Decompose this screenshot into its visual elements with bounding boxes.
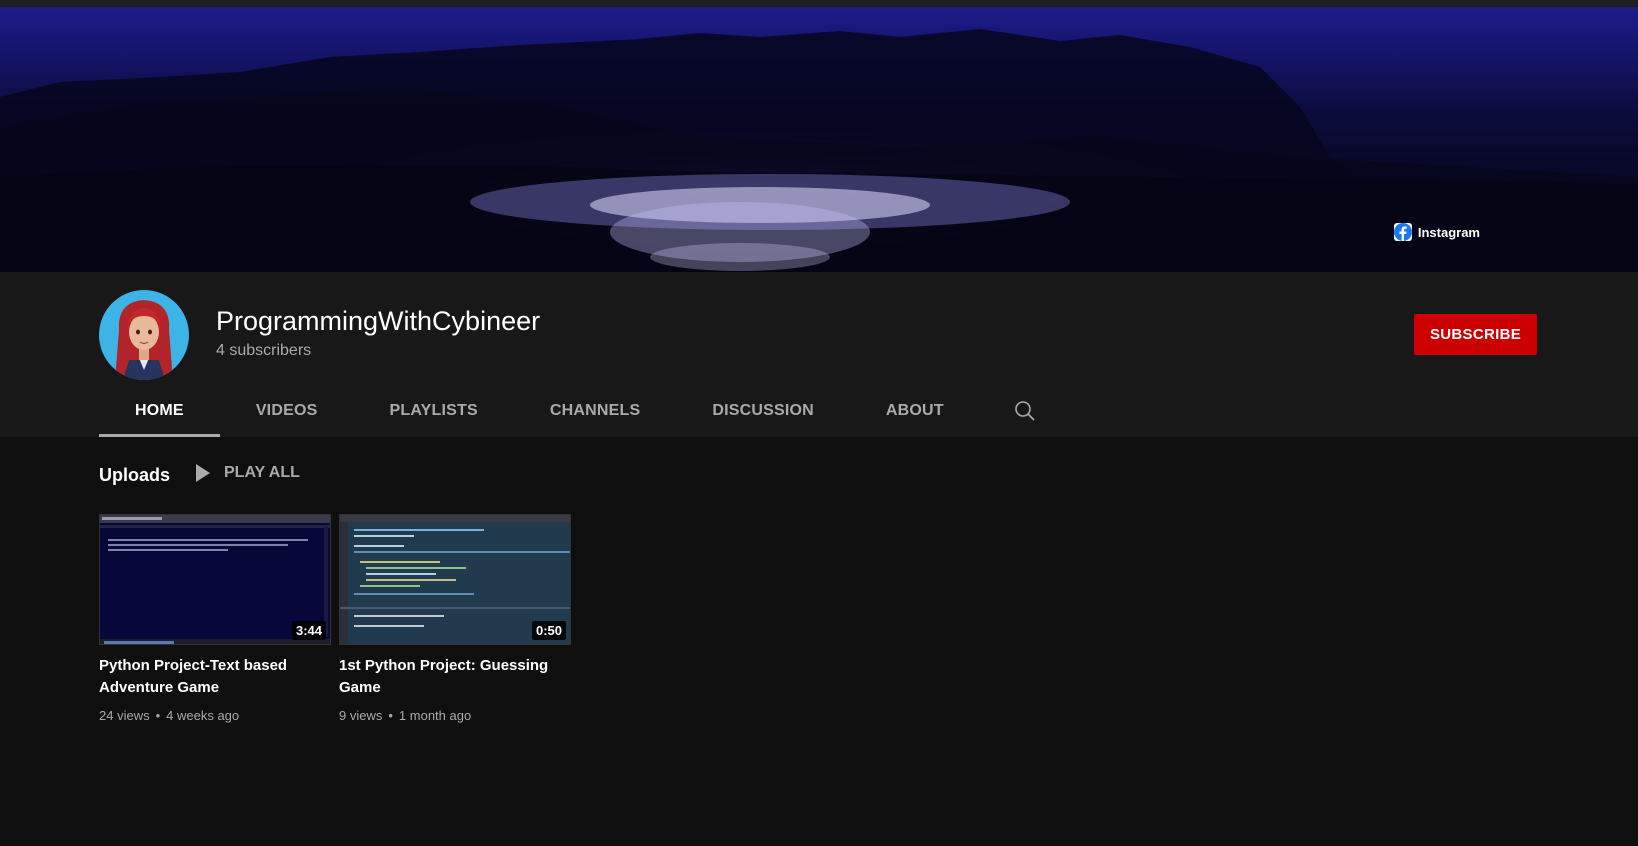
video-card[interactable]: 0:50 1st Python Project: Guessing Game 9…	[339, 514, 571, 723]
tab-about[interactable]: ABOUT	[850, 384, 980, 437]
channel-tabs: HOME VIDEOS PLAYLISTS CHANNELS DISCUSSIO…	[99, 384, 1070, 437]
tab-playlists[interactable]: PLAYLISTS	[353, 384, 513, 437]
banner-landscape	[0, 29, 1638, 272]
channel-header: ProgrammingWithCybineer 4 subscribers SU…	[0, 272, 1638, 437]
video-thumbnail[interactable]: 3:44	[99, 514, 331, 645]
instagram-link-label: Instagram	[1417, 224, 1480, 240]
channel-search-button[interactable]	[980, 384, 1070, 437]
tab-videos[interactable]: VIDEOS	[220, 384, 354, 437]
uploads-heading[interactable]: Uploads	[99, 465, 170, 486]
video-title[interactable]: 1st Python Project: Guessing Game	[339, 655, 559, 699]
channel-links: Instagram	[1393, 223, 1610, 241]
search-icon	[1014, 400, 1035, 421]
play-icon	[196, 464, 210, 482]
avatar-illustration	[115, 300, 173, 380]
video-thumbnail[interactable]: 0:50	[339, 514, 571, 645]
channel-name: ProgrammingWithCybineer	[216, 306, 541, 336]
top-strip	[0, 0, 1638, 7]
video-views: 24 views	[99, 708, 150, 723]
subscriber-count: 4 subscribers	[216, 342, 312, 359]
tab-discussion[interactable]: DISCUSSION	[676, 384, 850, 437]
channel-banner: Instagram	[0, 7, 1638, 272]
website-icon[interactable]	[1394, 223, 1582, 241]
video-title[interactable]: Python Project-Text based Adventure Game	[99, 655, 319, 699]
video-meta: 24 views • 4 weeks ago	[99, 708, 331, 723]
meta-separator: •	[155, 708, 161, 723]
twitter-icon[interactable]	[1393, 223, 1526, 241]
video-age: 4 weeks ago	[166, 708, 240, 723]
github-icon[interactable]	[1393, 223, 1554, 241]
meta-separator: •	[388, 708, 393, 723]
play-all-label: PLAY ALL	[224, 464, 300, 481]
video-duration: 3:44	[291, 621, 326, 640]
tab-home[interactable]: HOME	[99, 384, 220, 437]
video-age: 1 month ago	[398, 708, 472, 723]
subscribe-button[interactable]: SUBSCRIBE	[1414, 314, 1537, 355]
tab-channels[interactable]: CHANNELS	[514, 384, 677, 437]
video-card[interactable]: 3:44 Python Project-Text based Adventure…	[99, 514, 331, 723]
video-meta: 9 views • 1 month ago	[339, 708, 571, 723]
facebook-icon[interactable]	[1393, 223, 1610, 241]
video-duration: 0:50	[531, 621, 566, 640]
video-views: 9 views	[339, 708, 383, 723]
play-all-button[interactable]: PLAY ALL	[196, 464, 300, 482]
channel-avatar[interactable]	[99, 290, 189, 380]
